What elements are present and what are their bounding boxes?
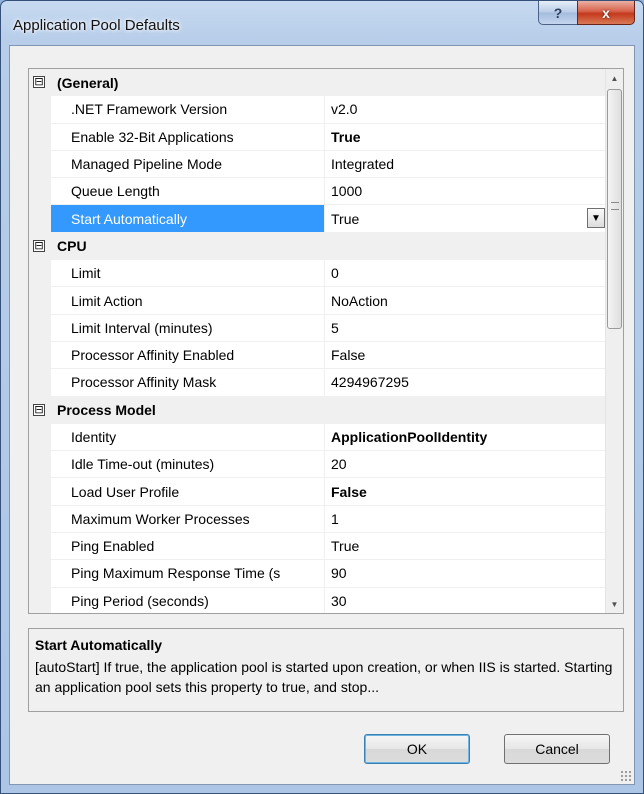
property-row[interactable]: Limit Interval (minutes) 5 — [29, 314, 607, 342]
vertical-scrollbar[interactable]: ▲ ▼ — [605, 69, 623, 613]
property-value[interactable]: 4294967295 — [325, 369, 607, 397]
collapse-icon[interactable]: ⊟ — [33, 76, 45, 88]
property-row[interactable]: Identity ApplicationPoolIdentity — [29, 423, 607, 452]
ok-button[interactable]: OK — [364, 734, 470, 764]
property-name[interactable]: Load User Profile — [51, 478, 325, 506]
property-row[interactable]: Maximum Worker Processes 1 — [29, 505, 607, 534]
property-value[interactable]: 30 — [325, 588, 607, 613]
property-value[interactable]: v2.0 — [325, 96, 607, 124]
description-panel: Start Automatically [autoStart] If true,… — [28, 628, 624, 712]
property-row[interactable]: Start Automatically True ▼ — [29, 205, 607, 233]
description-text: [autoStart] If true, the application poo… — [35, 659, 613, 695]
property-name[interactable]: Limit — [51, 260, 325, 288]
scrollbar-grip-icon — [611, 202, 619, 210]
property-row[interactable]: Enable 32-Bit Applications True — [29, 123, 607, 151]
scroll-up-icon[interactable]: ▲ — [606, 69, 623, 87]
collapse-icon[interactable]: ⊟ — [33, 403, 45, 416]
property-row[interactable]: Idle Time-out (minutes) 20 — [29, 451, 607, 479]
property-name[interactable]: Managed Pipeline Mode — [51, 150, 325, 179]
cancel-button[interactable]: Cancel — [504, 734, 610, 764]
property-value[interactable]: 5 — [325, 315, 607, 342]
scroll-down-icon[interactable]: ▼ — [606, 595, 623, 613]
property-value[interactable]: 1000 — [325, 178, 607, 206]
property-rows: ⊟ (General) .NET Framework Version v2.0 Enab… — [29, 69, 607, 613]
property-row[interactable]: Managed Pipeline Mode Integrated — [29, 150, 607, 179]
category-row[interactable]: ⊟ (General) — [29, 69, 607, 97]
dialog-client-area: ⊟ (General) .NET Framework Version v2.0 Enab… — [9, 45, 635, 785]
property-value[interactable]: Integrated — [325, 151, 607, 179]
resize-grip-icon[interactable] — [620, 770, 632, 782]
property-name[interactable]: Identity — [51, 423, 325, 452]
property-name[interactable]: Idle Time-out (minutes) — [51, 451, 325, 479]
property-name[interactable]: Enable 32-Bit Applications — [51, 123, 325, 151]
property-row[interactable]: Ping Period (seconds) 30 — [29, 587, 607, 613]
property-row[interactable]: .NET Framework Version v2.0 — [29, 96, 607, 124]
property-row[interactable]: Ping Enabled True — [29, 533, 607, 561]
property-name[interactable]: Ping Maximum Response Time (s — [51, 560, 325, 588]
property-name[interactable]: Processor Affinity Mask — [51, 369, 325, 397]
close-button[interactable]: x — [577, 1, 635, 25]
close-icon: x — [602, 4, 610, 21]
category-label: Process Model — [51, 396, 607, 424]
property-value[interactable]: False — [325, 342, 607, 370]
property-name[interactable]: Limit Action — [51, 287, 325, 315]
help-icon: ? — [553, 4, 563, 21]
category-label: (General) — [51, 69, 607, 97]
collapse-icon[interactable]: ⊟ — [33, 239, 45, 252]
property-grid[interactable]: ⊟ (General) .NET Framework Version v2.0 Enab… — [28, 68, 624, 614]
property-name[interactable]: Queue Length — [51, 178, 325, 206]
category-label: CPU — [51, 232, 607, 261]
property-name[interactable]: Processor Affinity Enabled — [51, 341, 325, 370]
dropdown-arrow-icon[interactable]: ▼ — [587, 208, 605, 229]
title-bar[interactable]: Application Pool Defaults ? x — [1, 1, 643, 45]
property-value[interactable]: False — [325, 478, 607, 506]
property-name[interactable]: Start Automatically — [51, 205, 325, 233]
property-name[interactable]: .NET Framework Version — [51, 96, 325, 124]
property-row[interactable]: Load User Profile False — [29, 478, 607, 506]
property-name[interactable]: Ping Enabled — [51, 533, 325, 561]
property-value[interactable]: ApplicationPoolIdentity — [325, 424, 607, 452]
help-button[interactable]: ? — [538, 1, 578, 25]
category-row[interactable]: ⊟ CPU — [29, 232, 607, 261]
category-row[interactable]: ⊟ Process Model — [29, 396, 607, 424]
property-value[interactable]: 1 — [325, 506, 607, 534]
property-row[interactable]: Processor Affinity Mask 4294967295 — [29, 369, 607, 397]
property-row[interactable]: Processor Affinity Enabled False — [29, 341, 607, 370]
property-row[interactable]: Limit Action NoAction — [29, 287, 607, 315]
property-row[interactable]: Queue Length 1000 — [29, 178, 607, 206]
property-name[interactable]: Maximum Worker Processes — [51, 505, 325, 534]
property-row[interactable]: Ping Maximum Response Time (s 90 — [29, 560, 607, 588]
description-title: Start Automatically — [35, 637, 163, 653]
property-value[interactable]: True — [325, 533, 607, 561]
property-name[interactable]: Ping Period (seconds) — [51, 587, 325, 613]
property-value[interactable]: NoAction — [325, 287, 607, 315]
property-value[interactable]: 90 — [325, 560, 607, 588]
property-value[interactable]: True — [325, 124, 607, 151]
property-row[interactable]: Limit 0 — [29, 260, 607, 288]
property-value[interactable]: 20 — [325, 451, 607, 479]
application-pool-defaults-dialog: Application Pool Defaults ? x ⊟ (General)… — [0, 0, 644, 794]
property-value[interactable]: 0 — [325, 260, 607, 288]
dialog-title: Application Pool Defaults — [13, 17, 180, 34]
property-name[interactable]: Limit Interval (minutes) — [51, 314, 325, 342]
scrollbar-thumb[interactable] — [607, 89, 622, 329]
property-value[interactable]: True — [325, 205, 607, 233]
